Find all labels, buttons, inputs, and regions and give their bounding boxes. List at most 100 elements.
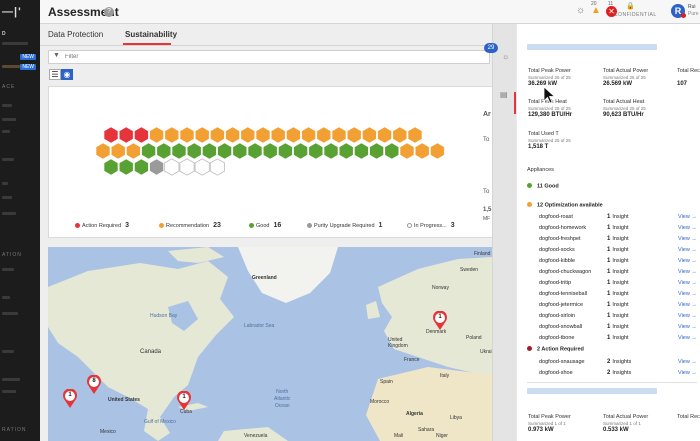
appliance-hex[interactable] [255, 126, 271, 144]
appliance-hex[interactable] [103, 158, 119, 176]
appliance-hex[interactable] [156, 142, 172, 160]
appliance-hex[interactable] [149, 158, 165, 176]
appliance-hex[interactable] [346, 126, 362, 144]
filter-bar[interactable]: ▼ [48, 50, 490, 64]
view-link[interactable]: View → [678, 225, 697, 231]
appliance-hex[interactable] [103, 126, 119, 144]
map-pin[interactable]: 1 [62, 388, 78, 409]
sidebar-item[interactable] [2, 118, 16, 121]
filter-input[interactable] [65, 51, 465, 63]
view-link[interactable]: View → [678, 269, 697, 275]
sidebar-item[interactable] [2, 212, 16, 215]
appliance-hex[interactable] [201, 142, 217, 160]
legend-purity-upgrade[interactable]: Purity Upgrade Required 1 [307, 222, 382, 229]
view-link[interactable]: View → [678, 258, 697, 264]
appliance-hex[interactable] [232, 142, 248, 160]
insight-count-badge[interactable]: 29 [484, 43, 498, 53]
view-link[interactable]: View → [678, 335, 697, 341]
appliance-hex[interactable] [369, 142, 385, 160]
sidebar-item[interactable] [2, 182, 8, 185]
sidebar-item[interactable] [2, 42, 28, 45]
map-pin[interactable]: 1 [176, 390, 192, 411]
brand-logo[interactable]: —|' [2, 6, 22, 18]
sidebar-item[interactable] [2, 130, 10, 133]
view-link[interactable]: View → [678, 280, 697, 286]
sidebar-item[interactable] [2, 390, 16, 393]
appliance-hex[interactable] [133, 126, 149, 144]
appliance-hex[interactable] [407, 126, 423, 144]
appliance-hex[interactable] [179, 126, 195, 144]
map-pin[interactable]: 1 [432, 310, 448, 331]
list-view-toggle[interactable]: ☰ [49, 69, 61, 80]
appliance-hex[interactable] [293, 142, 309, 160]
legend-in-progress[interactable]: In Progress... 3 [407, 222, 455, 229]
sidebar-item[interactable] [2, 158, 14, 161]
appliance-hex[interactable] [125, 142, 141, 160]
legend-recommendation[interactable]: Recommendation 23 [159, 222, 221, 229]
appliance-hex[interactable] [323, 142, 339, 160]
appliance-hex[interactable] [118, 158, 134, 176]
appliance-hex[interactable] [392, 126, 408, 144]
user-name[interactable]: Rui [688, 4, 696, 10]
view-link[interactable]: View → [678, 214, 697, 220]
appliance-hex[interactable] [118, 126, 134, 144]
appliance-hex[interactable] [141, 142, 157, 160]
appliance-hex[interactable] [194, 158, 210, 176]
view-link[interactable]: View → [678, 291, 697, 297]
appliance-hex[interactable] [194, 126, 210, 144]
appliance-hex[interactable] [209, 126, 225, 144]
group-good[interactable]: 11 Good [527, 183, 559, 190]
appliance-hex[interactable] [361, 126, 377, 144]
appliance-hex[interactable] [429, 142, 445, 160]
appliance-hex[interactable] [164, 126, 180, 144]
map-pin[interactable]: 8 [86, 374, 102, 395]
appliance-hex[interactable] [308, 142, 324, 160]
sidebar-item-dashboard[interactable]: D [2, 31, 7, 37]
bulb-icon[interactable]: ☼ [502, 52, 509, 61]
bulb-icon[interactable]: ☼ [576, 5, 585, 17]
appliance-hex[interactable] [149, 126, 165, 144]
appliance-hex[interactable] [110, 142, 126, 160]
appliance-hex[interactable] [262, 142, 278, 160]
view-link[interactable]: View → [678, 313, 697, 319]
appliance-hex[interactable] [384, 142, 400, 160]
sidebar-item[interactable] [2, 104, 12, 107]
sidebar-item[interactable] [2, 312, 18, 315]
appliance-hex[interactable] [225, 126, 241, 144]
appliance-hex[interactable] [171, 142, 187, 160]
group-action-required[interactable]: 2 Action Required [527, 346, 584, 353]
view-link[interactable]: View → [678, 370, 697, 376]
view-link[interactable]: View → [678, 247, 697, 253]
world-map[interactable]: Greenland Hudson Bay Labrador Sea Canada… [48, 247, 492, 441]
appliance-hex[interactable] [399, 142, 415, 160]
tab-data-protection[interactable]: Data Protection [48, 30, 103, 39]
sidebar-item[interactable] [2, 350, 14, 353]
appliance-hex[interactable] [301, 126, 317, 144]
view-link[interactable]: View → [678, 302, 697, 308]
appliance-hex[interactable] [353, 142, 369, 160]
sidebar-item[interactable] [2, 196, 12, 199]
sidebar-item[interactable] [2, 296, 10, 299]
group-optimization[interactable]: 12 Optimization available [527, 202, 603, 209]
appliance-hex[interactable] [285, 126, 301, 144]
appliance-hex[interactable] [209, 158, 225, 176]
appliance-hex[interactable] [247, 142, 263, 160]
legend-action-required[interactable]: Action Required 3 [75, 222, 129, 229]
sidebar-item[interactable] [2, 268, 14, 271]
appliance-hex[interactable] [277, 142, 293, 160]
appliance-hex[interactable] [331, 126, 347, 144]
report-icon[interactable]: ▤ [500, 90, 508, 99]
view-link[interactable]: View → [678, 324, 697, 330]
appliance-hex[interactable] [217, 142, 233, 160]
appliance-hex[interactable] [133, 158, 149, 176]
appliance-hex[interactable] [338, 142, 354, 160]
view-link[interactable]: View → [678, 236, 697, 242]
sidebar-item[interactable] [2, 378, 20, 381]
appliance-hex[interactable] [377, 126, 393, 144]
appliance-hex[interactable] [186, 142, 202, 160]
appliance-hex[interactable] [95, 142, 111, 160]
legend-good[interactable]: Good 16 [249, 222, 281, 229]
appliance-hex[interactable] [316, 126, 332, 144]
tab-sustainability[interactable]: Sustainability [125, 30, 177, 39]
appliance-hex[interactable] [164, 158, 180, 176]
